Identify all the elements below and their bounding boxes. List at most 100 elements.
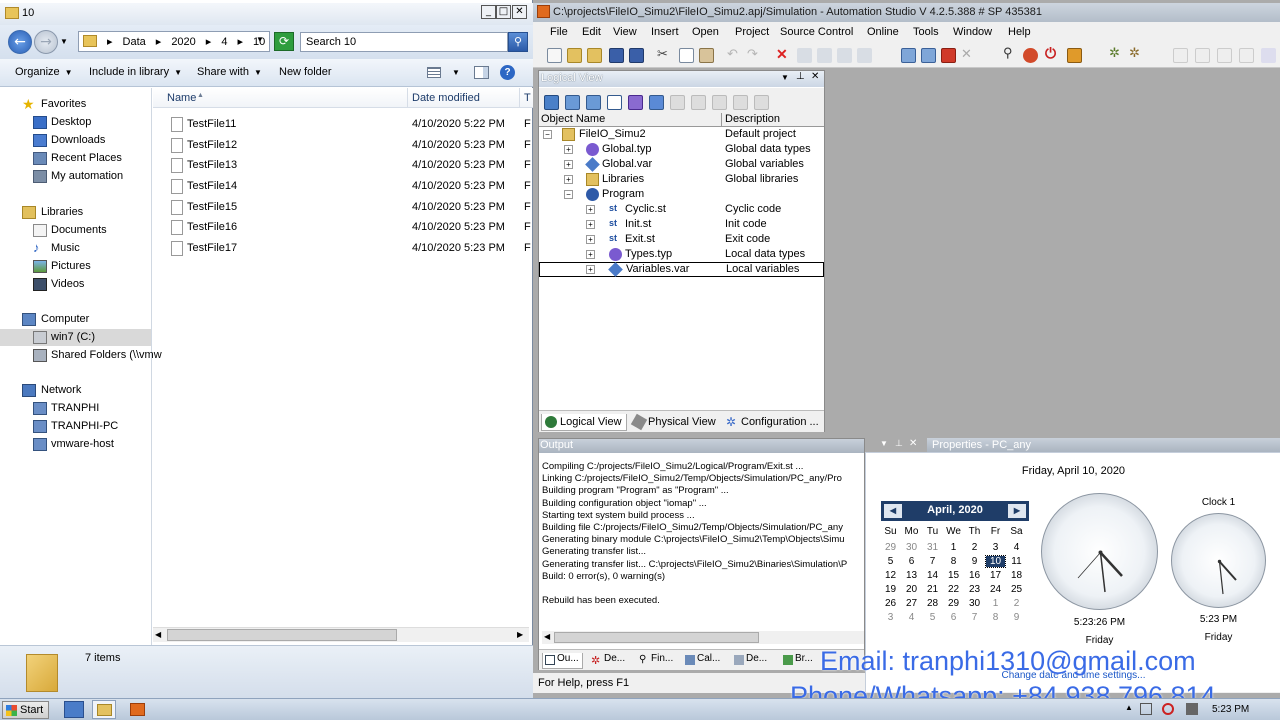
calendar-day[interactable]: 22: [943, 584, 964, 595]
toolbar-icon[interactable]: [1239, 48, 1254, 63]
rebuild-icon[interactable]: [921, 48, 936, 63]
search-input[interactable]: Search 10: [300, 32, 508, 52]
search-icon[interactable]: ⚲: [508, 32, 528, 52]
calendar-day[interactable]: 1: [943, 542, 964, 553]
file-row[interactable]: TestFile14 4/10/2020 5:23 PM F: [153, 176, 531, 196]
menu-insert[interactable]: Insert: [651, 26, 679, 38]
menu-project[interactable]: Project: [735, 26, 769, 38]
toolbar-icon[interactable]: [628, 95, 643, 110]
calendar-month[interactable]: April, 2020: [881, 504, 1029, 516]
calendar-day[interactable]: 7: [922, 556, 943, 567]
calendar-day[interactable]: 4: [1006, 542, 1027, 553]
menu-window[interactable]: Window: [953, 26, 992, 38]
column-divider[interactable]: [407, 88, 408, 108]
open-icon[interactable]: [567, 48, 582, 63]
view-dropdown-icon[interactable]: ▼: [452, 68, 460, 77]
column-object-name[interactable]: Object Name: [541, 113, 605, 125]
pin-icon[interactable]: ⊥: [796, 71, 805, 82]
breakpoint-icon[interactable]: ✲: [1129, 45, 1144, 60]
calendar-day[interactable]: 6: [943, 612, 964, 623]
nav-libraries[interactable]: Libraries: [0, 204, 151, 221]
expand-icon[interactable]: +: [586, 265, 595, 274]
calendar-day[interactable]: 23: [964, 584, 985, 595]
calendar-day[interactable]: 17: [985, 570, 1006, 581]
calendar-day[interactable]: 18: [1006, 570, 1027, 581]
nav-my-automation[interactable]: My automation: [0, 168, 151, 185]
expand-icon[interactable]: +: [564, 160, 573, 169]
debug-icon[interactable]: ✲: [1109, 45, 1124, 60]
cancel-transfer-icon[interactable]: ✕: [961, 46, 976, 61]
calendar-day[interactable]: 19: [880, 584, 901, 595]
toolbar-icon[interactable]: [754, 95, 769, 110]
file-row[interactable]: TestFile17 4/10/2020 5:23 PM F: [153, 238, 531, 258]
power-icon[interactable]: ⏻: [1045, 45, 1060, 61]
nav-music[interactable]: ♪ Music: [0, 240, 151, 257]
file-row[interactable]: TestFile15 4/10/2020 5:23 PM F: [153, 197, 531, 217]
calendar-day[interactable]: 9: [964, 556, 985, 567]
forward-button[interactable]: →: [34, 30, 58, 54]
server-manager-icon[interactable]: [64, 701, 84, 718]
address-dropdown-icon[interactable]: ▼: [256, 35, 264, 44]
minimize-button[interactable]: _: [481, 5, 496, 19]
tab-find[interactable]: ⚲ Fin...: [637, 653, 673, 669]
output-close-icon[interactable]: ✕: [909, 438, 917, 449]
toolbar-icon[interactable]: [670, 95, 685, 110]
nav-recent-places[interactable]: Recent Places: [0, 150, 151, 167]
toolbar-icon[interactable]: [1195, 48, 1210, 63]
crumb-month[interactable]: 4: [221, 36, 227, 48]
build-icon[interactable]: [901, 48, 916, 63]
menu-source-control[interactable]: Source Control: [780, 26, 853, 38]
nav-documents[interactable]: Documents: [0, 222, 151, 239]
output-dropdown-icon[interactable]: ▼: [880, 439, 888, 448]
toolbar-icon[interactable]: [712, 95, 727, 110]
preview-pane-icon[interactable]: [474, 66, 489, 79]
calendar-day[interactable]: 27: [901, 598, 922, 609]
menu-file[interactable]: File: [550, 26, 568, 38]
file-row[interactable]: TestFile16 4/10/2020 5:23 PM F: [153, 217, 531, 237]
menu-tools[interactable]: Tools: [913, 26, 939, 38]
crumb-data[interactable]: Data: [123, 36, 146, 48]
tree-item-init[interactable]: + st Init.st Init code: [539, 217, 824, 232]
toolbar-icon[interactable]: [565, 95, 580, 110]
toolbar-icon[interactable]: [797, 48, 812, 63]
calendar-day[interactable]: 24: [985, 584, 1006, 595]
toolbar-icon[interactable]: [649, 95, 664, 110]
expand-icon[interactable]: +: [586, 205, 595, 214]
nav-shared-folders[interactable]: Shared Folders (\\vmw: [0, 347, 162, 364]
tab-call[interactable]: Cal...: [683, 653, 720, 669]
help-icon[interactable]: ?: [500, 65, 515, 80]
panel-dropdown-icon[interactable]: ▼: [781, 73, 789, 82]
volume-tray-icon[interactable]: [1186, 703, 1198, 715]
tree-item-cyclic[interactable]: + st Cyclic.st Cyclic code: [539, 202, 824, 217]
back-button[interactable]: ←: [8, 30, 32, 54]
calendar-day[interactable]: 8: [985, 612, 1006, 623]
column-name[interactable]: Name: [167, 92, 196, 104]
calendar-day[interactable]: 12: [880, 570, 901, 581]
organize-button[interactable]: Organize ▼: [15, 66, 73, 78]
tab-breakpoints[interactable]: Br...: [781, 653, 813, 669]
new-icon[interactable]: [547, 48, 562, 63]
breadcrumb[interactable]: ▸ Data ▸ 2020 ▸ 4 ▸ 10 ▼: [78, 31, 270, 52]
expand-icon[interactable]: +: [564, 175, 573, 184]
scroll-left-icon[interactable]: ◀: [155, 630, 161, 639]
file-row[interactable]: TestFile11 4/10/2020 5:22 PM F: [153, 114, 531, 134]
calendar-day[interactable]: 15: [943, 570, 964, 581]
calendar-day[interactable]: 2: [964, 542, 985, 553]
calendar-day[interactable]: 26: [880, 598, 901, 609]
save-all-icon[interactable]: [629, 48, 644, 63]
calendar-day[interactable]: 7: [964, 612, 985, 623]
calendar-day[interactable]: 3: [880, 612, 901, 623]
calendar-day[interactable]: 13: [901, 570, 922, 581]
calendar-day[interactable]: 11: [1006, 556, 1027, 567]
nav-tranphi[interactable]: TRANPHI: [0, 400, 151, 417]
collapse-icon[interactable]: −: [543, 130, 552, 139]
menu-edit[interactable]: Edit: [582, 26, 601, 38]
output-hscrollbar[interactable]: ◀: [542, 631, 864, 644]
tree-item-global-var[interactable]: + Global.var Global variables: [539, 157, 824, 172]
tree-item-variables[interactable]: + Variables.var Local variables: [539, 262, 824, 277]
collapse-icon[interactable]: −: [564, 190, 573, 199]
toolbar-icon[interactable]: [837, 48, 852, 63]
calendar-day[interactable]: 5: [922, 612, 943, 623]
tab-configuration-view[interactable]: ✲ Configuration ...: [723, 414, 823, 431]
monitor-icon[interactable]: ⚲: [1003, 45, 1018, 60]
